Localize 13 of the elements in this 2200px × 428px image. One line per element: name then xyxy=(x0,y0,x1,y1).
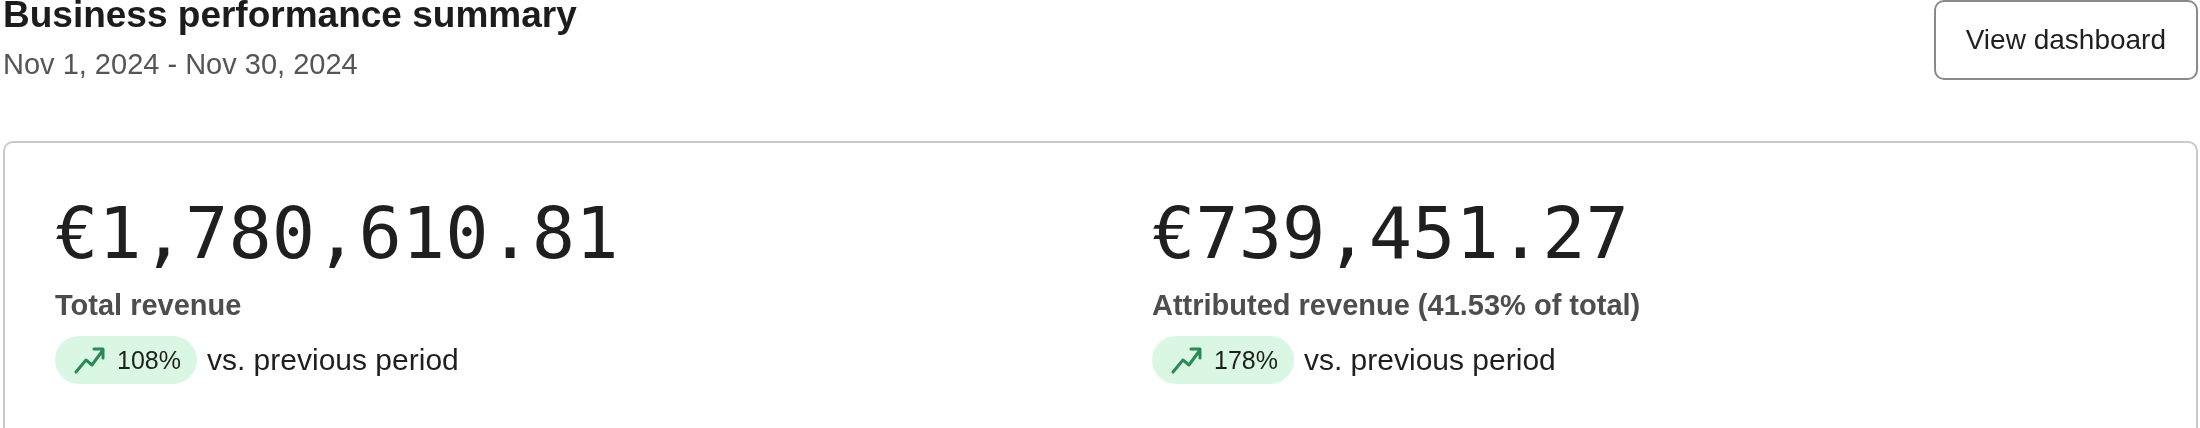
metric-value: €739,451.27 xyxy=(1152,191,1629,275)
page-title: Business performance summary xyxy=(3,0,577,34)
date-range: Nov 1, 2024 - Nov 30, 2024 xyxy=(3,47,359,81)
trend-up-icon xyxy=(73,345,107,375)
comparison-text: vs. previous period xyxy=(1303,343,1556,377)
change-badge: 108% xyxy=(55,336,197,384)
metric-label: Total revenue xyxy=(55,289,242,322)
comparison-text: vs. previous period xyxy=(206,343,459,377)
trend-up-icon xyxy=(1170,345,1204,375)
change-badge: 178% xyxy=(1152,336,1294,384)
metric-value: €1,780,610.81 xyxy=(55,191,619,275)
metric-label: Attributed revenue (41.53% of total) xyxy=(1152,289,1641,322)
view-dashboard-button[interactable]: View dashboard xyxy=(1933,0,2198,80)
